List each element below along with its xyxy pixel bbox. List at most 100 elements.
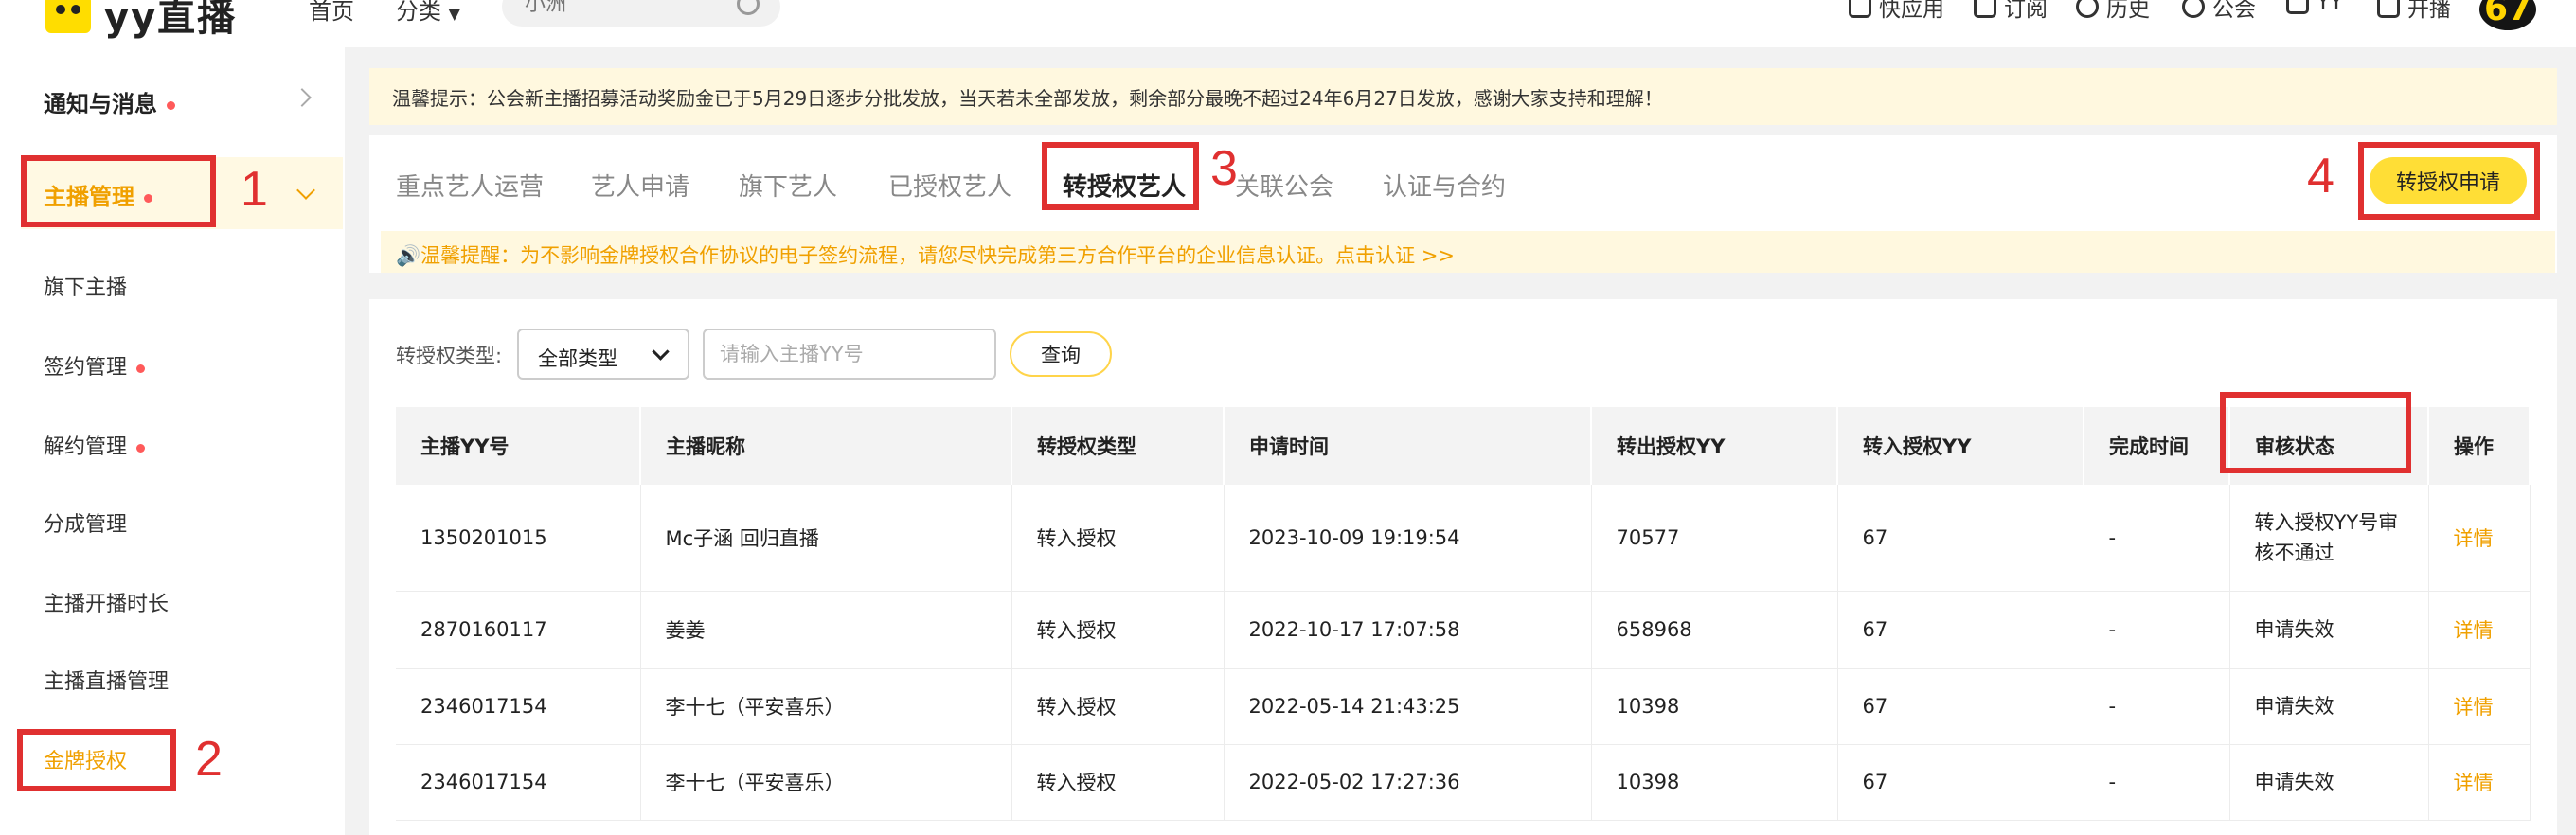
col-operation: 操作: [2428, 407, 2531, 485]
cell-complete-time: -: [2084, 744, 2230, 821]
guild-label: 公会: [2212, 0, 2256, 22]
cell-transfer-type: 转入授权: [1011, 668, 1225, 745]
history-link[interactable]: 历史: [2076, 0, 2150, 23]
cell-nickname: 李十七（平安喜乐）: [640, 668, 1012, 745]
logo[interactable]: yy直播: [45, 0, 237, 42]
notification-dot-icon: [136, 364, 146, 373]
cell-review-status: 申请失效: [2229, 668, 2429, 745]
cell-out-yy: 658968: [1591, 591, 1838, 669]
cell-in-yy: 67: [1837, 668, 2084, 745]
broadcast-icon: [2377, 0, 2400, 18]
table-row: 1350201015 Mc子涵 回归直播 转入授权 2023-10-09 19:…: [396, 485, 2531, 592]
tab-certification-contract[interactable]: 认证与合约: [1383, 168, 1506, 203]
nav-home[interactable]: 首页: [309, 0, 354, 26]
cell-nickname: 李十七（平安喜乐）: [640, 744, 1012, 821]
sidebar-item-live-duration[interactable]: 主播开播时长: [44, 587, 169, 617]
transfer-table: 主播YY号 主播昵称 转授权类型 申请时间 转出授权YY 转入授权YY 完成时间…: [396, 407, 2531, 821]
anchor-yy-input[interactable]: [703, 329, 996, 380]
logo-text: yy直播: [104, 0, 238, 40]
cell-nickname: 姜姜: [640, 591, 1012, 669]
cell-nickname: Mc子涵 回归直播: [640, 485, 1012, 592]
filter-type-label: 转授权类型:: [396, 345, 503, 367]
transfer-type-select[interactable]: 全部类型: [517, 329, 689, 380]
chevron-down-icon: ▼: [448, 5, 460, 23]
table-row: 2870160117 姜姜 转入授权 2022-10-17 17:07:58 6…: [396, 591, 2531, 669]
col-anchor-yy: 主播YY号: [396, 407, 641, 485]
detail-link[interactable]: 详情: [2428, 591, 2531, 669]
cell-transfer-type: 转入授权: [1011, 485, 1225, 592]
sidebar-item-terminations-label: 解约管理: [44, 435, 128, 459]
search-box[interactable]: [502, 0, 780, 27]
col-apply-time: 申请时间: [1224, 407, 1592, 485]
cell-anchor-yy: 2870160117: [396, 591, 641, 669]
top-bar: yy直播 首页 分类 ▼ 快应用 订阅 历史 公会 YY 开播 67: [0, 0, 2576, 47]
annotation-number-1: 1: [241, 162, 268, 217]
table-header-row: 主播YY号 主播昵称 转授权类型 申请时间 转出授权YY 转入授权YY 完成时间…: [396, 407, 2531, 485]
tab-linked-guild[interactable]: 关联公会: [1235, 168, 1333, 203]
cell-anchor-yy: 2346017154: [396, 744, 641, 821]
cell-anchor-yy: 1350201015: [396, 485, 641, 592]
sidebar-notifications-label: 通知与消息: [44, 91, 157, 117]
quick-app-link[interactable]: 快应用: [1849, 0, 1944, 23]
notification-dot-icon: [136, 443, 146, 453]
history-label: 历史: [2106, 0, 2150, 22]
detail-link[interactable]: 详情: [2428, 668, 2531, 745]
cell-in-yy: 67: [1837, 744, 2084, 821]
cell-apply-time: 2023-10-09 19:19:54: [1224, 485, 1592, 592]
detail-link[interactable]: 详情: [2428, 744, 2531, 821]
sidebar-item-anchors[interactable]: 旗下主播: [44, 271, 127, 301]
highlight-box-gold-authorization: [17, 729, 176, 791]
cell-complete-time: -: [2084, 591, 2230, 669]
col-complete-time: 完成时间: [2084, 407, 2230, 485]
search-icon[interactable]: [737, 0, 760, 15]
shield-icon: [2182, 0, 2205, 18]
bookmark-icon: [1974, 0, 1996, 18]
cell-review-status: 转入授权YY号审核不通过: [2229, 485, 2429, 592]
cell-out-yy: 10398: [1591, 668, 1838, 745]
annotation-number-3: 3: [1210, 141, 1238, 196]
col-out-yy: 转出授权YY: [1591, 407, 1838, 485]
highlight-box-review-status: [2220, 392, 2411, 473]
sidebar-notifications[interactable]: 通知与消息: [44, 85, 175, 118]
sidebar-item-live-management[interactable]: 主播直播管理: [44, 665, 169, 695]
tab-key-artist-ops[interactable]: 重点艺人运营: [396, 168, 544, 203]
query-button[interactable]: 查询: [1010, 331, 1112, 377]
table-row: 2346017154 李十七（平安喜乐） 转入授权 2022-05-14 21:…: [396, 668, 2531, 745]
yy-app-icon: [2286, 0, 2309, 14]
col-anchor-nickname: 主播昵称: [640, 407, 1012, 485]
start-live-label: 开播: [2407, 0, 2451, 22]
sidebar-item-contracts[interactable]: 签约管理: [44, 350, 146, 381]
guild-link[interactable]: 公会: [2182, 0, 2256, 23]
col-transfer-type: 转授权类型: [1011, 407, 1225, 485]
cell-complete-time: -: [2084, 668, 2230, 745]
avatar[interactable]: 67: [2479, 0, 2536, 30]
cell-out-yy: 70577: [1591, 485, 1838, 592]
cell-in-yy: 67: [1837, 485, 2084, 592]
clock-icon: [2076, 0, 2099, 18]
nav-category[interactable]: 分类 ▼: [396, 0, 460, 26]
highlight-box-transfer-tab: [1042, 142, 1199, 210]
yy-link[interactable]: YY: [2286, 0, 2343, 15]
sidebar-item-revenue-share[interactable]: 分成管理: [44, 507, 127, 538]
yy-label: YY: [2317, 0, 2344, 15]
cell-apply-time: 2022-10-17 17:07:58: [1224, 591, 1592, 669]
table-row: 2346017154 李十七（平安喜乐） 转入授权 2022-05-02 17:…: [396, 744, 2531, 821]
quick-app-icon: [1849, 0, 1871, 18]
start-live-link[interactable]: 开播: [2377, 0, 2451, 23]
search-input[interactable]: [525, 0, 733, 16]
annotation-number-4: 4: [2307, 149, 2334, 204]
tab-artist-application[interactable]: 艺人申请: [591, 168, 689, 203]
annotation-number-2: 2: [195, 732, 223, 787]
notification-dot-icon: [167, 100, 175, 110]
chevron-down-icon: [652, 343, 670, 361]
certification-tip-bar[interactable]: 🔊温馨提醒：为不影响金牌授权合作协议的电子签约流程，请您尽快完成第三方合作平台的…: [381, 231, 2555, 273]
sidebar-item-terminations[interactable]: 解约管理: [44, 430, 146, 460]
cell-complete-time: -: [2084, 485, 2230, 592]
highlight-box-anchor-management: [21, 155, 216, 227]
chevron-right-icon: [293, 88, 312, 107]
detail-link[interactable]: 详情: [2428, 485, 2531, 592]
subscribe-link[interactable]: 订阅: [1974, 0, 2048, 23]
tab-authorized-artists[interactable]: 已授权艺人: [888, 168, 1011, 203]
tab-own-artists[interactable]: 旗下艺人: [739, 168, 837, 203]
quick-app-label: 快应用: [1879, 0, 1944, 22]
